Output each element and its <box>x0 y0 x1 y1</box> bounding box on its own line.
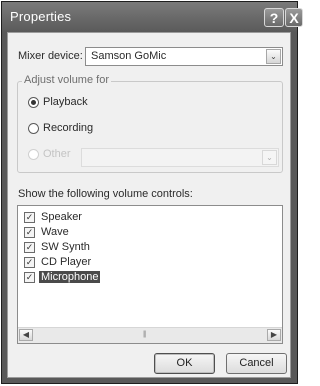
adjust-volume-legend: Adjust volume for <box>22 74 111 86</box>
checkbox-wave[interactable]: ✓ <box>24 227 35 238</box>
chevron-down-icon[interactable]: ⌄ <box>266 49 281 64</box>
dialog-body: Mixer device: Samson GoMic ⌄ Adjust volu… <box>7 32 291 378</box>
recording-radio[interactable] <box>28 123 39 134</box>
other-label: Other <box>43 148 71 160</box>
callout-highlight <box>18 286 122 326</box>
cancel-button[interactable]: Cancel <box>226 353 287 374</box>
list-item-label: Microphone <box>39 271 101 283</box>
horizontal-scrollbar[interactable]: ◀ ||| ▶ <box>18 327 282 343</box>
properties-window: Properties ? X Mixer device: Samson GoMi… <box>1 1 303 384</box>
volume-controls-label: Show the following volume controls: <box>18 188 193 200</box>
scroll-grip-icon[interactable]: ||| <box>143 331 155 339</box>
checkbox-speaker[interactable]: ✓ <box>24 212 35 223</box>
list-item-label: CD Player <box>41 256 92 268</box>
checkbox-cd-player[interactable]: ✓ <box>24 257 35 268</box>
mixer-device-label: Mixer device: <box>18 50 83 62</box>
help-button[interactable]: ? <box>264 8 284 27</box>
checkbox-sw-synth[interactable]: ✓ <box>24 242 35 253</box>
playback-label[interactable]: Playback <box>43 96 88 108</box>
scroll-right-icon[interactable]: ▶ <box>267 329 281 341</box>
list-item-label: Speaker <box>41 211 82 223</box>
scroll-left-icon[interactable]: ◀ <box>19 329 33 341</box>
mixer-device-value: Samson GoMic <box>91 50 167 62</box>
title-bar[interactable]: Properties ? X <box>2 2 303 32</box>
list-item-label: SW Synth <box>41 241 90 253</box>
other-device-dropdown: ⌄ <box>81 148 279 167</box>
mixer-device-dropdown[interactable]: Samson GoMic ⌄ <box>85 47 283 66</box>
close-button[interactable]: X <box>285 8 303 27</box>
volume-controls-list[interactable]: ✓ Speaker ✓ Wave ✓ SW Synth ✓ CD Player … <box>17 205 283 344</box>
ok-button[interactable]: OK <box>154 353 215 374</box>
other-radio <box>28 149 39 160</box>
playback-radio[interactable] <box>28 97 39 108</box>
list-item-label: Wave <box>41 226 69 238</box>
recording-label[interactable]: Recording <box>43 122 93 134</box>
checkbox-microphone[interactable]: ✓ <box>24 272 35 283</box>
window-title: Properties <box>10 9 72 24</box>
chevron-down-icon: ⌄ <box>262 150 277 165</box>
